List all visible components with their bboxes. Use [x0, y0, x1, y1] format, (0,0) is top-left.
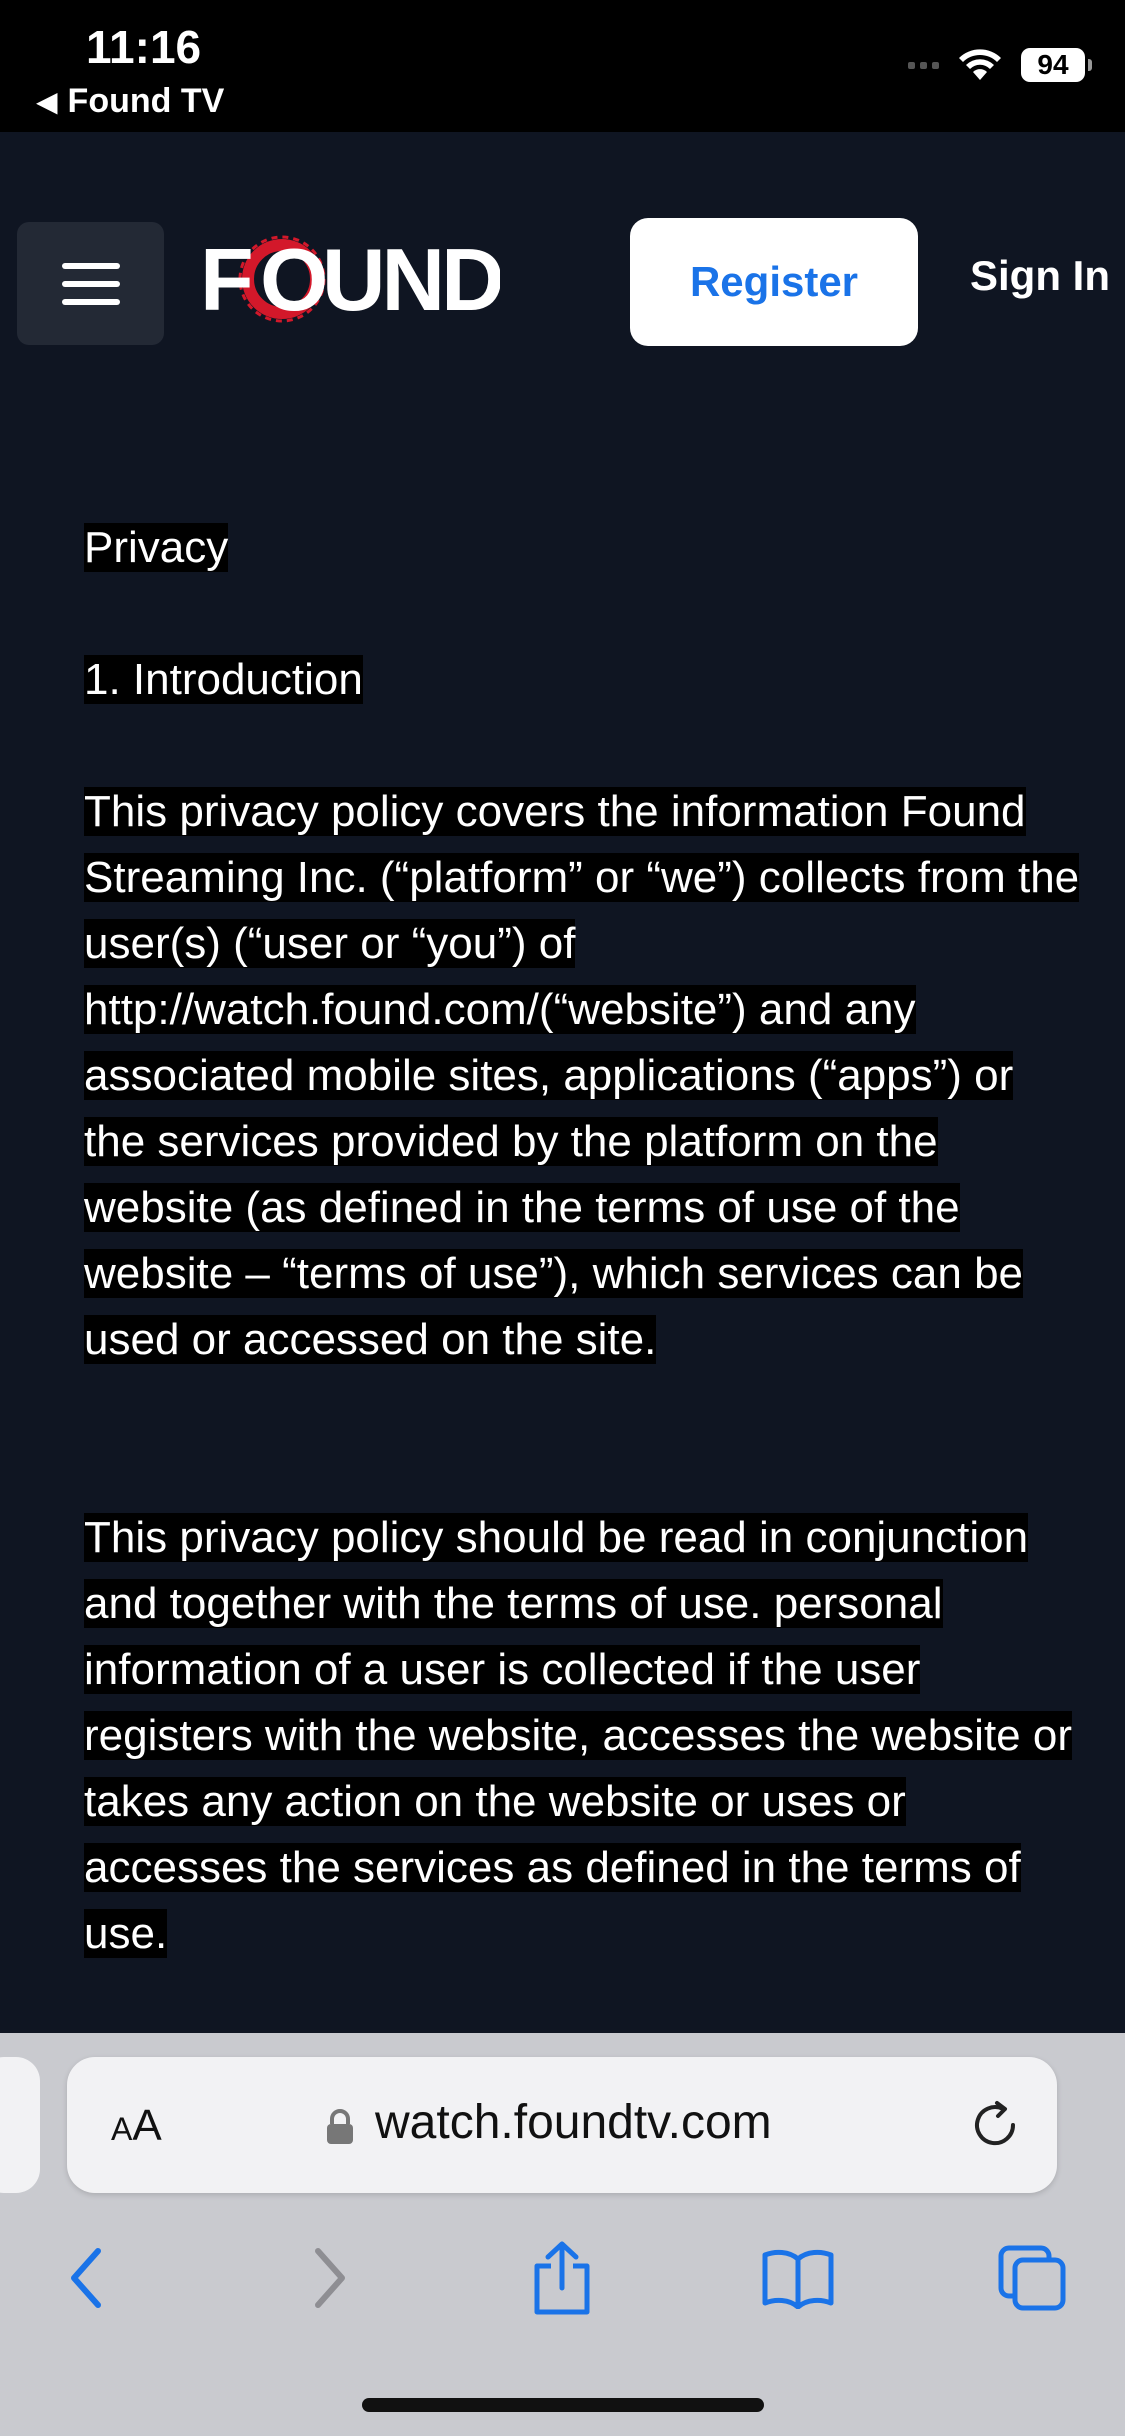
svg-text:UND: UND	[322, 230, 500, 329]
book-icon	[762, 2249, 834, 2309]
status-bar: 11:16 ◀ Found TV 94	[0, 0, 1125, 132]
share-icon	[534, 2241, 590, 2315]
forward-button[interactable]	[290, 2238, 370, 2318]
hamburger-menu-button[interactable]	[17, 222, 164, 345]
cellular-signal-icon	[908, 61, 939, 69]
chevron-left-icon	[71, 2248, 101, 2308]
page-title: Privacy	[84, 523, 229, 572]
section-heading: 1. Introduction	[84, 655, 363, 704]
status-indicators: 94	[908, 48, 1092, 82]
privacy-content: Privacy 1. Introduction This privacy pol…	[84, 515, 1084, 1967]
intro-paragraph: This privacy policy covers the informati…	[84, 787, 1080, 1364]
url-text: watch.foundtv.com	[375, 2096, 772, 2149]
address-bar[interactable]: AA watch.foundtv.com	[67, 2057, 1057, 2193]
conjunction-paragraph: This privacy policy should be read in co…	[84, 1513, 1073, 1958]
sign-in-link[interactable]: Sign In	[970, 252, 1110, 300]
wifi-icon	[959, 49, 1001, 80]
previous-tab-peek[interactable]	[0, 2057, 40, 2193]
site-header: F O UND Register Sign In	[0, 132, 1125, 442]
reader-options-button[interactable]: AA	[111, 2101, 162, 2151]
found-logo-graphic: F O UND	[200, 230, 505, 329]
found-logo[interactable]: F O UND	[200, 224, 505, 334]
tabs-button[interactable]	[992, 2238, 1072, 2318]
battery-level: 94	[1037, 49, 1069, 80]
status-time: 11:16	[86, 21, 202, 73]
back-app-label: Found TV	[67, 82, 225, 120]
chevron-right-icon	[315, 2248, 345, 2308]
lock-icon	[327, 2109, 353, 2144]
svg-text:F: F	[200, 230, 254, 329]
bookmarks-button[interactable]	[758, 2238, 838, 2318]
hamburger-icon	[61, 262, 120, 305]
back-to-app-link[interactable]: ◀ Found TV	[36, 82, 224, 121]
reload-icon[interactable]	[969, 2099, 1021, 2151]
back-triangle-icon: ◀	[36, 86, 58, 117]
browser-toolbar: AA watch.foundtv.com	[0, 2033, 1125, 2436]
share-button[interactable]	[522, 2238, 602, 2318]
svg-text:O: O	[260, 230, 328, 329]
tabs-icon	[998, 2245, 1066, 2311]
browser-nav-toolbar	[0, 2238, 1125, 2358]
home-indicator[interactable]	[362, 2398, 764, 2412]
battery-icon: 94	[1021, 48, 1092, 82]
back-button[interactable]	[46, 2238, 126, 2318]
register-button[interactable]: Register	[630, 218, 918, 346]
